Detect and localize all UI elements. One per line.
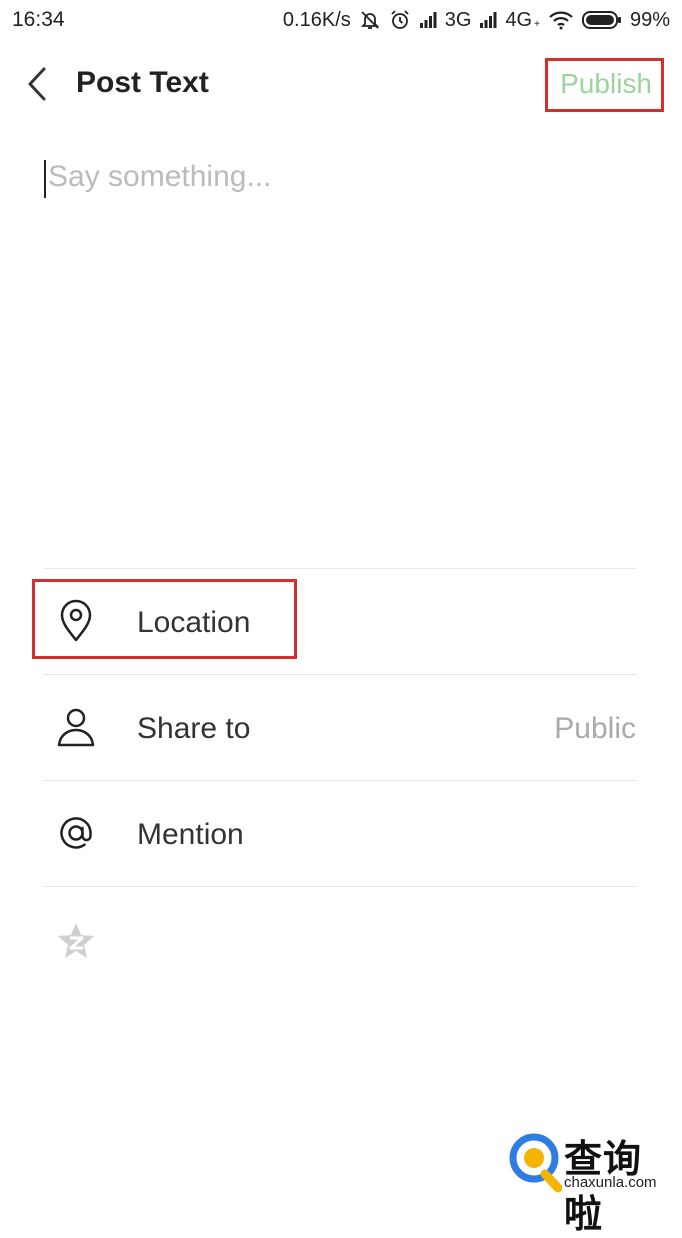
signal-icon — [419, 11, 437, 29]
person-icon — [56, 705, 96, 749]
page-title: Post Text — [76, 66, 209, 99]
signal-icon — [479, 11, 497, 29]
net2-label: 4G — [505, 8, 533, 31]
share-to-label: Share to — [137, 712, 251, 745]
battery-icon — [581, 10, 622, 30]
qzone-row[interactable] — [44, 886, 636, 997]
wifi-icon — [548, 10, 574, 30]
status-time: 16:34 — [12, 8, 65, 31]
mention-label: Mention — [137, 818, 244, 851]
share-to-row[interactable]: Share to Public — [44, 674, 636, 780]
highlight-box-publish — [545, 58, 664, 112]
magnifier-logo-icon — [508, 1130, 563, 1199]
mention-row[interactable]: Mention — [44, 780, 636, 886]
at-icon — [56, 811, 96, 855]
battery-percent: 99% — [629, 8, 670, 31]
post-text-input[interactable]: Say something... — [44, 150, 634, 530]
net2-sub: + — [534, 18, 540, 30]
share-to-value: Public — [554, 712, 636, 745]
status-bar: 16:34 0.16K/s 3G 4G + 99% — [0, 0, 682, 40]
back-arrow-icon[interactable] — [20, 64, 56, 104]
watermark-logo: 查询啦 chaxunla.com — [508, 1128, 678, 1236]
highlight-box-location — [32, 579, 297, 659]
net1-label: 3G — [444, 8, 472, 31]
qzone-star-icon — [56, 921, 96, 965]
watermark-url: chaxunla.com — [564, 1174, 657, 1191]
net-speed: 0.16K/s — [282, 8, 351, 31]
text-cursor — [44, 160, 46, 198]
input-placeholder: Say something... — [48, 160, 272, 193]
status-icons: 0.16K/s 3G 4G + 99% — [283, 6, 670, 34]
alarm-icon — [389, 9, 411, 31]
mute-bell-icon — [359, 9, 381, 31]
